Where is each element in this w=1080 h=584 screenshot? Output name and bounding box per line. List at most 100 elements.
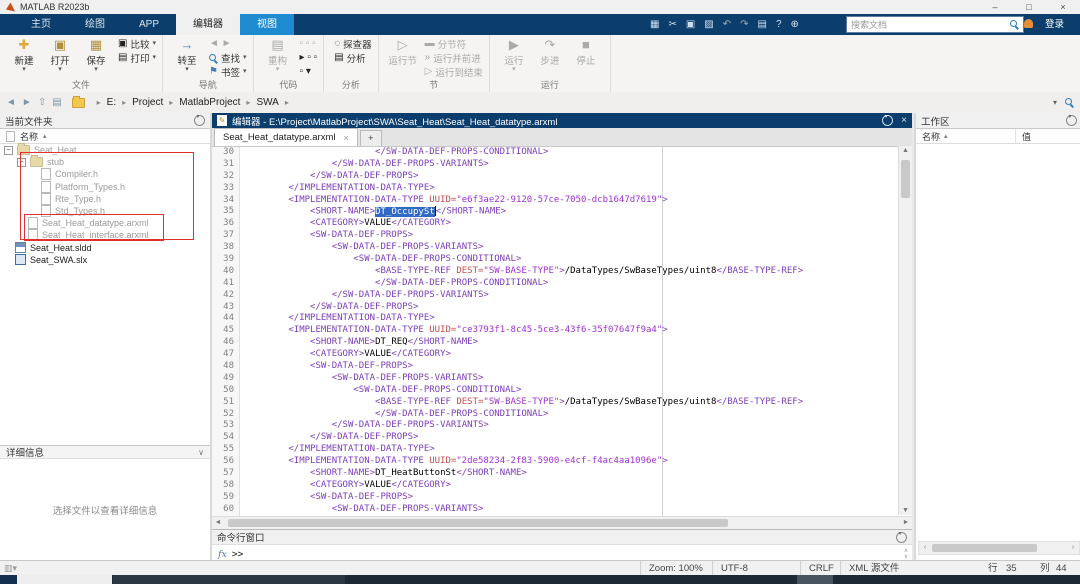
ribbon-button-打开[interactable]: ▣ 打开 ▾ — [43, 37, 77, 73]
save-icon[interactable]: ▦ — [650, 16, 659, 33]
cut-icon[interactable]: ✂ — [668, 16, 676, 33]
tree-item-Seat_Heat.sldd[interactable]: Seat_Heat.sldd — [0, 242, 210, 254]
code-text[interactable]: </SW-DATA-DEF-PROPS-CONDITIONAL> </SW-DA… — [240, 147, 912, 516]
up-folder-icon[interactable]: ⇧ — [38, 97, 46, 108]
workspace-column-header[interactable]: 名称 ▴ 值 — [916, 129, 1080, 144]
ribbon-button-新建[interactable]: ✚ 新建 ▾ — [7, 37, 41, 73]
ribbon-button-书签[interactable]: ⚑ 书签 ▾ — [209, 65, 247, 79]
signin-button[interactable]: 登录 — [1045, 16, 1064, 33]
maximize-button[interactable]: □ — [1012, 0, 1046, 14]
tree-item-Compiler.h[interactable]: Compiler.h — [0, 168, 210, 181]
status-line-ending[interactable]: CRLF — [800, 561, 840, 576]
print-icon[interactable]: ▤ — [758, 16, 767, 33]
notification-bell-icon[interactable] — [1024, 19, 1033, 28]
ribbon-button-保存[interactable]: ▦ 保存 ▾ — [79, 37, 113, 73]
doc-search-box[interactable]: 搜索文档 — [846, 16, 1024, 33]
scroll-left-icon[interactable]: ◄ — [212, 517, 224, 529]
scroll-down-icon[interactable]: ▼ — [899, 507, 912, 514]
horizontal-scroll-thumb[interactable] — [228, 519, 728, 527]
scroll-right-icon[interactable]: › — [1067, 542, 1079, 554]
ribbon-button-探查器[interactable]: ◌ 探查器 — [334, 37, 371, 51]
ribbon-button-nav-arrows-icon[interactable]: ◄ ► — [209, 37, 247, 51]
chevron-down-icon: ∨ — [198, 447, 204, 457]
tree-item-Platform_Types.h[interactable]: Platform_Types.h — [0, 180, 210, 193]
ribbon-button-code-tools-b-icon[interactable]: ▸ ▫ ▫ — [300, 51, 318, 65]
details-panel-header[interactable]: 详细信息 ∨ — [0, 445, 210, 459]
minimize-button[interactable]: – — [978, 0, 1012, 14]
code-line: </SW-DATA-DEF-PROPS-CONDITIONAL> — [375, 277, 549, 288]
tab-close-icon[interactable]: × — [343, 133, 348, 143]
ribbon-button-code-tools-a-icon[interactable]: ▫ ▫ ▫ — [300, 37, 318, 51]
ribbon-button-code-tools-c-icon[interactable]: ▫ ▾ — [300, 65, 318, 79]
ribbon-button-重构[interactable]: ▤ 重构 ▾ — [261, 37, 295, 73]
forward-icon[interactable]: ► — [22, 97, 32, 108]
ribbon-button-分节符[interactable]: ▬ 分节符 — [425, 37, 483, 51]
close-button[interactable]: × — [1046, 0, 1080, 14]
folder-column-header[interactable]: 名称 ▴ — [0, 129, 210, 144]
ribbon-button-查找[interactable]: 查找 ▾ — [208, 51, 247, 65]
code-area[interactable]: 30 31 32 33 34 35 36 37 38 39 40 41 42 43 44 45 46 47 48 49… — [212, 147, 912, 516]
editor-menu-icon[interactable] — [882, 113, 894, 126]
ribbon-button-比较[interactable]: ▣ 比较 ▾ — [118, 37, 156, 51]
tree-item-stub[interactable]: − stub — [0, 155, 210, 168]
undo-icon[interactable]: ↶ — [723, 16, 731, 33]
command-window-menu-icon[interactable] — [896, 530, 907, 543]
ribbon-tab-编辑器[interactable]: 编辑器 — [176, 14, 241, 35]
tree-item-Seat_Heat_datatype.arxml[interactable]: Seat_Heat_datatype.arxml — [0, 217, 210, 230]
line-number: 58 — [223, 479, 234, 490]
back-icon[interactable]: ◄ — [6, 97, 16, 108]
ribbon-button-运行到结束[interactable]: ▷ 运行到结束 — [425, 65, 483, 79]
address-search-icon[interactable] — [1065, 98, 1074, 107]
tree-item-label: Seat_Heat — [34, 145, 77, 156]
vertical-scroll-thumb[interactable] — [901, 160, 910, 198]
status-file-type[interactable]: XML 源文件 — [840, 561, 980, 576]
tree-item-Seat_Heat_interface.arxml[interactable]: Seat_Heat_interface.arxml — [0, 229, 210, 242]
redo-icon[interactable]: ↷ — [740, 16, 748, 33]
editor-horizontal-scrollbar[interactable]: ◄ ► — [212, 516, 912, 529]
tree-item-Rte_Type.h[interactable]: Rte_Type.h — [0, 192, 210, 205]
collapse-expander-icon[interactable]: − — [17, 157, 26, 167]
community-icon[interactable]: ⊕ — [791, 16, 799, 33]
ribbon-button-步进[interactable]: ↷ 步进 — [533, 37, 567, 67]
ribbon-tab-绘图[interactable]: 绘图 — [68, 14, 122, 35]
workspace-scroll-thumb[interactable] — [932, 544, 1037, 552]
help-icon[interactable]: ? — [776, 16, 782, 33]
copy-icon[interactable]: ▣ — [686, 16, 695, 33]
ribbon-tab-视图[interactable]: 视图 — [240, 14, 295, 35]
collapse-expander-icon[interactable]: − — [4, 145, 13, 155]
paste-icon[interactable]: ▨ — [704, 16, 713, 33]
ribbon-button-打印[interactable]: ▤ 打印 ▾ — [118, 51, 156, 65]
status-encoding[interactable]: UTF-8 — [712, 561, 800, 576]
ribbon-button-运行[interactable]: ▶ 运行 ▾ — [497, 37, 531, 73]
workspace-horizontal-scrollbar[interactable]: ‹ › — [918, 541, 1080, 555]
refactor-icon: ▤ — [271, 37, 284, 52]
ribbon-button-停止[interactable]: ■ 停止 — [569, 37, 603, 67]
scroll-up-icon[interactable]: ▲ — [899, 147, 912, 154]
new-tab-button[interactable]: + — [359, 130, 382, 146]
tree-item-Std_Types.h[interactable]: Std_Types.h — [0, 205, 210, 218]
layout-selector-icon[interactable]: ▥▾ — [4, 563, 17, 574]
workspace-title: 工作区 — [921, 116, 950, 128]
status-zoom[interactable]: Zoom: 100% — [640, 561, 712, 576]
ribbon-button-分析[interactable]: ▤ 分析 — [334, 51, 371, 65]
browse-folder-icon[interactable]: ▤ — [52, 97, 61, 108]
editor-vertical-scrollbar[interactable]: ▲ ▼ — [898, 146, 912, 515]
ribbon-button-运行节[interactable]: ▷ 运行节 — [386, 37, 420, 67]
scroll-left-icon[interactable]: ‹ — [919, 542, 931, 554]
panel-menu-icon[interactable] — [194, 113, 205, 126]
tree-item-Seat_SWA.slx[interactable]: Seat_SWA.slx — [0, 254, 210, 266]
ribbon-button-运行并前进[interactable]: » 运行并前进 — [425, 51, 483, 65]
workspace-menu-icon[interactable] — [1066, 113, 1077, 126]
ribbon-tab-APP[interactable]: APP — [122, 14, 176, 35]
breadcrumb-segment[interactable]: MatlabProject — [179, 97, 240, 108]
breadcrumb-segment[interactable]: SWA — [256, 97, 278, 108]
scroll-right-icon[interactable]: ► — [900, 517, 912, 529]
run-advance-icon: » — [424, 52, 431, 63]
ribbon-button-转至[interactable]: → 转至 ▾ — [170, 37, 204, 73]
editor-tab[interactable]: Seat_Heat_datatype.arxml × — [214, 128, 358, 146]
breadcrumb-segment[interactable]: E: — [107, 97, 116, 108]
editor-close-icon[interactable]: × — [901, 115, 907, 126]
address-dropdown-icon[interactable]: ▾ — [1053, 98, 1057, 107]
breadcrumb-segment[interactable]: Project — [132, 97, 163, 108]
ribbon-tab-主页[interactable]: 主页 — [14, 14, 68, 35]
